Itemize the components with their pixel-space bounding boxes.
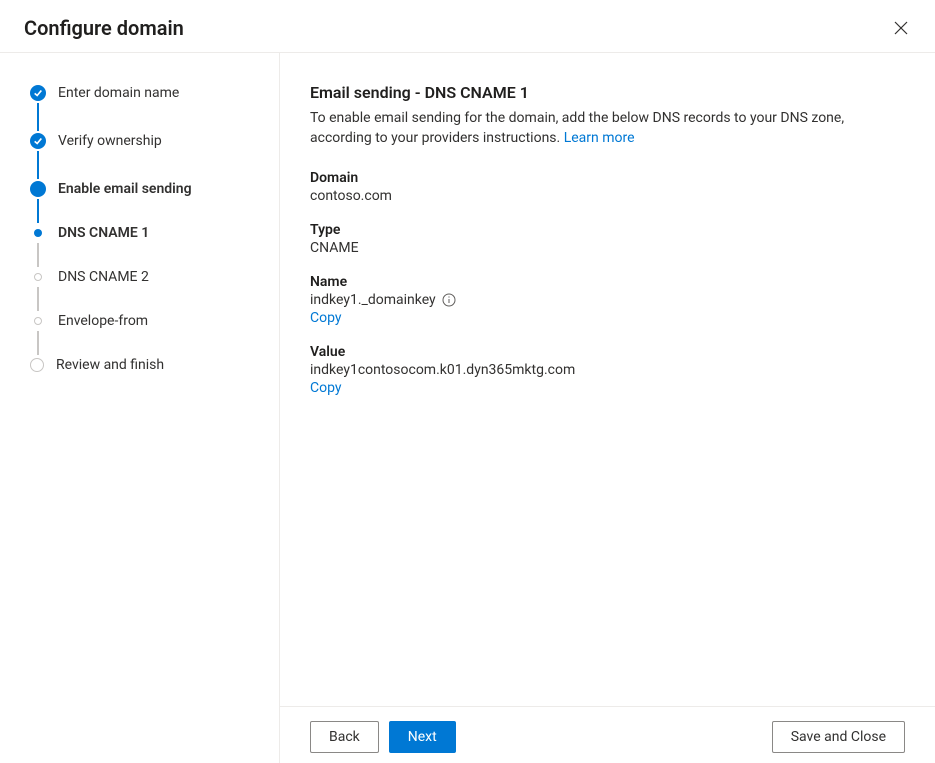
checkmark-icon	[30, 133, 46, 149]
field-value: contoso.com	[310, 188, 905, 204]
learn-more-link[interactable]: Learn more	[564, 130, 635, 146]
dialog-title: Configure domain	[24, 16, 184, 40]
name-value-text: indkey1._domainkey	[310, 292, 436, 308]
copy-value-link[interactable]: Copy	[310, 380, 342, 396]
step-label: Enter domain name	[58, 85, 179, 101]
dialog-header: Configure domain	[0, 0, 935, 53]
field-label: Value	[310, 344, 905, 360]
future-step-marker	[30, 358, 44, 372]
back-button[interactable]: Back	[310, 721, 379, 753]
field-domain: Domain contoso.com	[310, 170, 905, 204]
field-label: Name	[310, 274, 905, 290]
field-name: Name indkey1._domainkey Copy	[310, 274, 905, 326]
close-icon	[893, 20, 909, 36]
step-label: Envelope-from	[58, 313, 148, 329]
field-label: Type	[310, 222, 905, 238]
save-and-close-button[interactable]: Save and Close	[772, 721, 905, 753]
field-value: CNAME	[310, 240, 905, 256]
current-step-marker	[30, 181, 46, 197]
field-label: Domain	[310, 170, 905, 186]
step-label: DNS CNAME 2	[58, 269, 149, 285]
dialog-footer: Back Next Save and Close	[280, 706, 935, 763]
future-substep-marker	[34, 273, 42, 281]
future-substep-marker	[34, 317, 42, 325]
field-value: indkey1._domainkey	[310, 292, 905, 308]
field-type: Type CNAME	[310, 222, 905, 256]
content-title: Email sending - DNS CNAME 1	[310, 83, 905, 102]
info-icon[interactable]	[442, 293, 456, 307]
main-panel: Email sending - DNS CNAME 1 To enable em…	[280, 53, 935, 763]
content-area: Email sending - DNS CNAME 1 To enable em…	[280, 53, 935, 706]
step-review-and-finish[interactable]: Review and finish	[30, 355, 259, 375]
step-verify-ownership[interactable]: Verify ownership	[30, 131, 259, 151]
step-label: DNS CNAME 1	[58, 225, 149, 241]
step-dns-cname-2[interactable]: DNS CNAME 2	[30, 267, 259, 287]
step-connector	[37, 287, 39, 311]
step-label: Verify ownership	[58, 133, 162, 149]
checkmark-icon	[30, 85, 46, 101]
copy-name-link[interactable]: Copy	[310, 310, 342, 326]
step-label: Enable email sending	[58, 181, 192, 197]
step-enter-domain-name[interactable]: Enter domain name	[30, 83, 259, 103]
next-button[interactable]: Next	[389, 721, 456, 753]
value-value-text: indkey1contosocom.k01.dyn365mktg.com	[310, 362, 905, 378]
step-connector	[37, 199, 39, 223]
step-connector	[37, 243, 39, 267]
step-dns-cname-1[interactable]: DNS CNAME 1	[30, 223, 259, 243]
step-connector	[37, 103, 39, 131]
field-value: Value indkey1contosocom.k01.dyn365mktg.c…	[310, 344, 905, 396]
close-button[interactable]	[887, 14, 915, 42]
step-label: Review and finish	[56, 357, 164, 373]
wizard-stepper: Enter domain name Verify ownership Enabl…	[0, 53, 280, 763]
step-connector	[37, 151, 39, 179]
dialog-body: Enter domain name Verify ownership Enabl…	[0, 53, 935, 763]
footer-left-buttons: Back Next	[310, 721, 456, 753]
step-envelope-from[interactable]: Envelope-from	[30, 311, 259, 331]
step-connector	[37, 331, 39, 355]
current-substep-marker	[34, 229, 42, 237]
content-description: To enable email sending for the domain, …	[310, 108, 890, 148]
step-enable-email-sending[interactable]: Enable email sending	[30, 179, 259, 199]
